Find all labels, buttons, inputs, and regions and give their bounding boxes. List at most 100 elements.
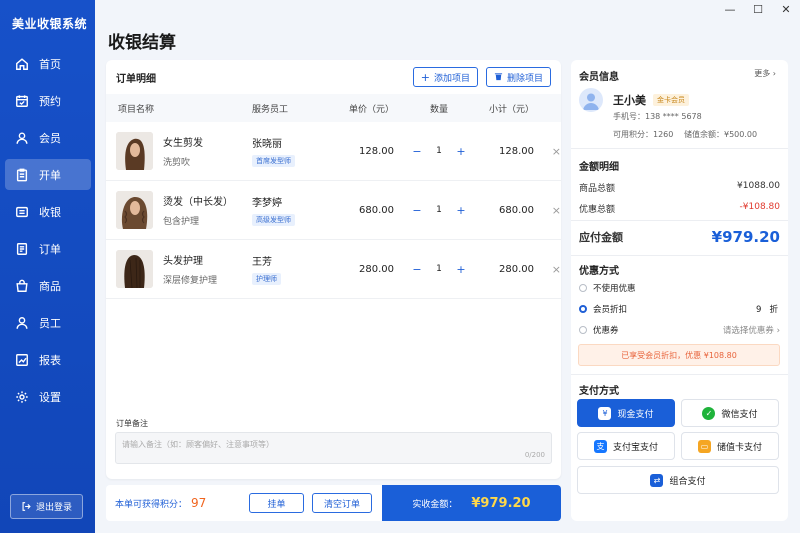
col-qty: 数量 bbox=[429, 104, 448, 115]
report-icon bbox=[16, 353, 28, 366]
increase-button[interactable]: + bbox=[454, 203, 468, 217]
quantity-value[interactable]: 1 bbox=[424, 146, 454, 156]
quantity-value[interactable]: 1 bbox=[424, 264, 454, 274]
pay-card-label: 储值卡支付 bbox=[716, 442, 762, 453]
sidebar-item-open-order[interactable]: 开单 bbox=[5, 159, 91, 190]
checkout-amount: ¥979.20 bbox=[471, 495, 531, 511]
delete-item-button[interactable]: 删除项目 bbox=[485, 67, 551, 87]
pay-wechat-button[interactable]: ✓ 微信支付 bbox=[681, 399, 779, 427]
member-name: 王小美 bbox=[613, 94, 646, 107]
increase-button[interactable]: + bbox=[454, 262, 468, 276]
add-item-button[interactable]: + 添加项目 bbox=[412, 67, 478, 87]
discount-option-member[interactable]: 会员折扣 9 折 bbox=[579, 303, 780, 315]
discount-coupon-label: 优惠券 bbox=[593, 326, 619, 336]
discount-option-coupon[interactable]: 优惠券 请选择优惠券 › bbox=[579, 324, 780, 336]
payable-label: 应付金额 bbox=[579, 231, 623, 244]
pay-alipay-button[interactable]: 支 支付宝支付 bbox=[577, 432, 675, 460]
col-price: 单价（元） bbox=[348, 104, 394, 115]
payable-row: 应付金额 ¥979.20 bbox=[579, 228, 780, 246]
staff-name[interactable]: 王芳 bbox=[252, 253, 326, 268]
trash-icon bbox=[494, 71, 503, 84]
service-image bbox=[116, 132, 153, 170]
increase-button[interactable]: + bbox=[454, 144, 468, 158]
points-label: 本单可获得积分： bbox=[115, 500, 188, 510]
member-title: 会员信息 bbox=[579, 72, 619, 83]
amount-title: 金额明细 bbox=[579, 162, 619, 173]
payment-title: 支付方式 bbox=[579, 386, 619, 397]
clear-order-button[interactable]: 清空订单 bbox=[312, 493, 372, 513]
calendar-icon bbox=[16, 94, 28, 107]
quantity-stepper: − 1 + bbox=[410, 144, 468, 158]
col-name: 项目名称 bbox=[118, 104, 155, 115]
service-name: 女生剪发 bbox=[163, 138, 203, 149]
add-item-label: 添加项目 bbox=[433, 73, 470, 84]
member-balance: 储值余额：¥500.00 bbox=[684, 130, 758, 139]
staff-name[interactable]: 李梦婷 bbox=[252, 194, 326, 209]
sidebar-item-label: 收银 bbox=[39, 205, 61, 219]
staff-tag: 首席发型师 bbox=[252, 155, 295, 167]
quantity-value[interactable]: 1 bbox=[424, 205, 454, 215]
decrease-button[interactable]: − bbox=[410, 144, 424, 158]
discount-total-value: -¥108.80 bbox=[739, 202, 780, 212]
maximize-button[interactable]: ☐ bbox=[744, 0, 772, 18]
staff-tag: 护理师 bbox=[252, 273, 281, 285]
service-image bbox=[116, 250, 153, 288]
combo-icon: ⇄ bbox=[650, 473, 664, 487]
checkout-button[interactable]: 实收金额： ¥979.20 bbox=[382, 485, 561, 521]
close-button[interactable]: ✕ bbox=[772, 0, 800, 18]
app-title: 美业收银系统 bbox=[12, 17, 88, 31]
remove-row-icon[interactable]: × bbox=[534, 263, 561, 276]
pay-combo-button[interactable]: ⇄ 组合支付 bbox=[577, 466, 779, 494]
discount-rate-unit: 折 bbox=[769, 305, 778, 315]
avatar bbox=[579, 88, 603, 112]
sidebar-item-settings[interactable]: 设置 bbox=[5, 381, 91, 412]
decrease-button[interactable]: − bbox=[410, 262, 424, 276]
sidebar-item-report[interactable]: 报表 bbox=[5, 344, 91, 375]
hold-order-button[interactable]: 挂单 bbox=[249, 493, 304, 513]
service-desc: 洗剪吹 bbox=[163, 158, 191, 168]
sidebar-item-home[interactable]: 首页 bbox=[5, 48, 91, 79]
right-panel: 会员信息 更多 › 王小美 金卡会员 手机号：138 **** 5678 可用积… bbox=[571, 60, 788, 521]
service-desc: 深层修复护理 bbox=[163, 276, 218, 286]
remove-row-icon[interactable]: × bbox=[534, 145, 561, 158]
member-more-link[interactable]: 更多 › bbox=[754, 68, 776, 79]
bottom-bar: 本单可获得积分： 97 挂单 清空订单 实收金额： ¥979.20 bbox=[106, 485, 561, 521]
discount-title: 优惠方式 bbox=[579, 266, 619, 277]
sidebar-item-staff[interactable]: 员工 bbox=[5, 307, 91, 338]
sidebar-item-label: 预约 bbox=[39, 94, 61, 108]
discount-option-none[interactable]: 不使用优惠 bbox=[579, 282, 636, 294]
col-staff: 服务员工 bbox=[252, 104, 289, 115]
quantity-stepper: − 1 + bbox=[410, 262, 468, 276]
service-name: 头发护理 bbox=[163, 256, 203, 267]
decrease-button[interactable]: − bbox=[410, 203, 424, 217]
subtotal: 128.00 bbox=[499, 145, 534, 157]
discount-none-label: 不使用优惠 bbox=[593, 284, 636, 294]
sidebar-item-orders[interactable]: 订单 bbox=[5, 233, 91, 264]
sidebar-item-goods[interactable]: 商品 bbox=[5, 270, 91, 301]
staff-name[interactable]: 张晓丽 bbox=[252, 135, 326, 150]
quantity-stepper: − 1 + bbox=[410, 203, 468, 217]
unit-price: 280.00 bbox=[359, 263, 394, 275]
member-points: 可用积分：1260 bbox=[613, 130, 674, 139]
remove-row-icon[interactable]: × bbox=[534, 204, 561, 217]
sidebar-item-cashier[interactable]: 收银 bbox=[5, 196, 91, 227]
member-icon bbox=[16, 131, 28, 144]
note-input[interactable]: 请输入备注（如：顾客偏好、注意事项等） 0/200 bbox=[115, 432, 552, 464]
logout-button[interactable]: 退出登录 bbox=[10, 494, 83, 519]
minimize-button[interactable]: — bbox=[716, 0, 744, 18]
goods-total-row: 商品总额 ¥1088.00 bbox=[579, 181, 780, 194]
sidebar-item-label: 首页 bbox=[39, 57, 61, 71]
sidebar-item-member[interactable]: 会员 bbox=[5, 122, 91, 153]
pay-card-button[interactable]: ▭ 储值卡支付 bbox=[681, 432, 779, 460]
logout-label: 退出登录 bbox=[35, 503, 72, 513]
sidebar-item-appointment[interactable]: 预约 bbox=[5, 85, 91, 116]
pay-cash-button[interactable]: ¥ 现金支付 bbox=[577, 399, 675, 427]
staff-icon bbox=[16, 316, 28, 329]
sidebar: 美业收银系统 首页 预约 会员 开单 收银 订单 商品 员工 报表 设置 退出登… bbox=[0, 0, 95, 533]
clipboard-icon bbox=[16, 168, 28, 181]
sidebar-item-label: 开单 bbox=[39, 168, 61, 182]
delete-item-label: 删除项目 bbox=[506, 73, 543, 84]
subtotal: 680.00 bbox=[499, 204, 534, 216]
goods-total-value: ¥1088.00 bbox=[737, 181, 780, 191]
points-value: 97 bbox=[191, 496, 207, 510]
